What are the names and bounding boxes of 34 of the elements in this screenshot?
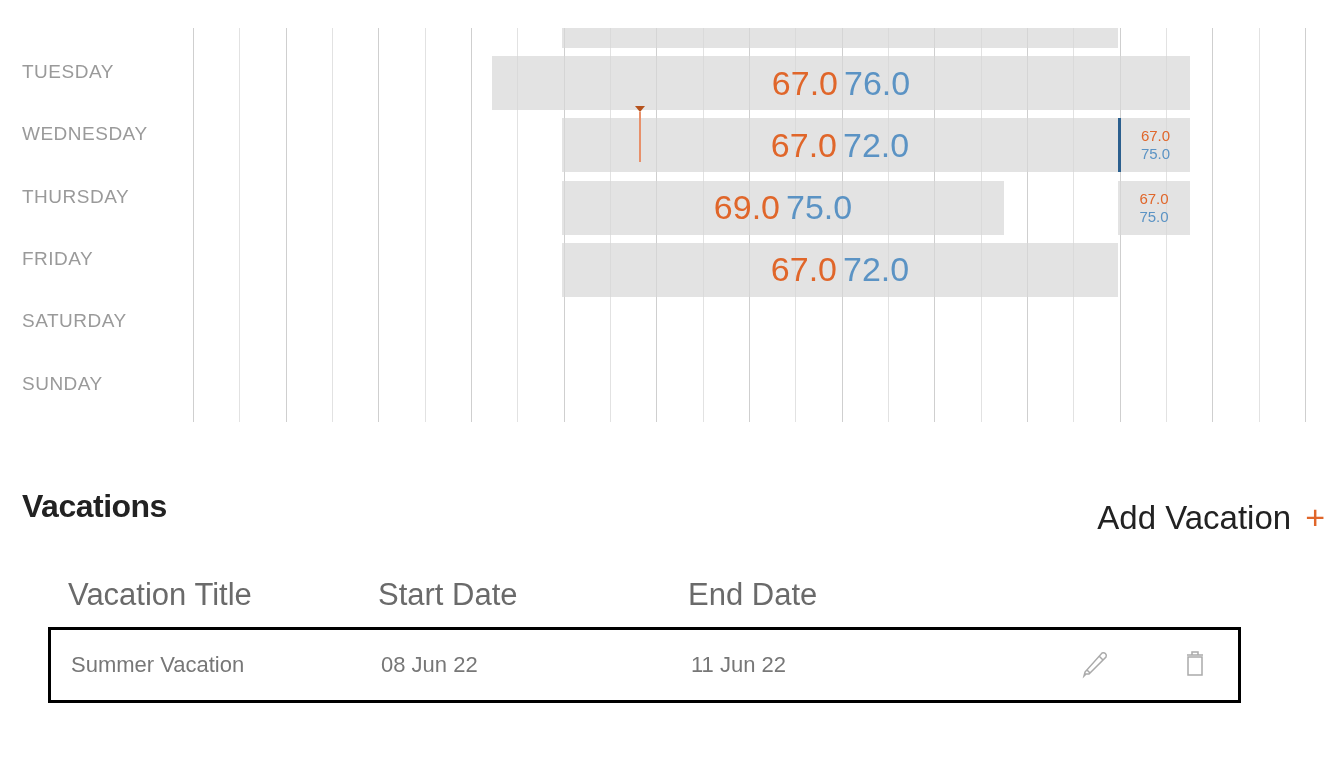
day-label: SATURDAY	[22, 310, 127, 333]
column-header: End Date	[688, 577, 819, 613]
day-label: WEDNESDAY	[22, 123, 148, 146]
day-label: TUESDAY	[22, 61, 114, 83]
cool-setpoint: 72.0	[843, 250, 910, 290]
add-vacation-button[interactable]: Add Vacation +	[1097, 498, 1325, 537]
schedule-bar[interactable]: 67.0 75.0	[1118, 118, 1190, 173]
schedule-bar[interactable]: 69.0 75.0	[562, 180, 1004, 235]
heat-setpoint: 67.0	[771, 63, 838, 103]
heat-setpoint: 67.0	[1140, 127, 1171, 146]
cool-setpoint: 75.0	[1140, 145, 1171, 164]
plus-icon: +	[1305, 498, 1325, 537]
schedule-bar[interactable]: 67.0 72.0	[562, 118, 1118, 173]
schedule-bar[interactable]: 67.0 75.0	[1118, 180, 1190, 235]
heat-setpoint: 67.0	[770, 125, 837, 165]
vacation-row[interactable]: Summer Vacation 08 Jun 22 11 Jun 22	[48, 627, 1241, 703]
column-header: Start Date	[378, 577, 519, 613]
table-cell-text: Summer Vacation	[71, 652, 246, 678]
day-label: SUNDAY	[22, 372, 103, 395]
heat-setpoint: 67.0	[1139, 189, 1169, 208]
day-label: THURSDAY	[22, 185, 130, 208]
table-cell-text: 08 Jun 22	[381, 652, 479, 678]
day-label: FRIDAY	[22, 247, 94, 270]
heat-setpoint: 67.0	[770, 250, 837, 290]
cool-setpoint: 75.0	[1139, 207, 1169, 226]
schedule-bar[interactable]: 67.0 72.0	[562, 242, 1118, 297]
cool-setpoint: 72.0	[843, 125, 910, 165]
table-cell-text: 11 Jun 22	[691, 652, 787, 678]
schedule-bar[interactable]: 67.0 76.0	[492, 56, 1190, 110]
cool-setpoint: 75.0	[786, 188, 853, 228]
cool-setpoint: 76.0	[844, 63, 911, 103]
column-header: Vacation Title	[68, 577, 253, 613]
section-title: Vacations	[22, 488, 167, 525]
heat-setpoint: 69.0	[713, 188, 780, 228]
